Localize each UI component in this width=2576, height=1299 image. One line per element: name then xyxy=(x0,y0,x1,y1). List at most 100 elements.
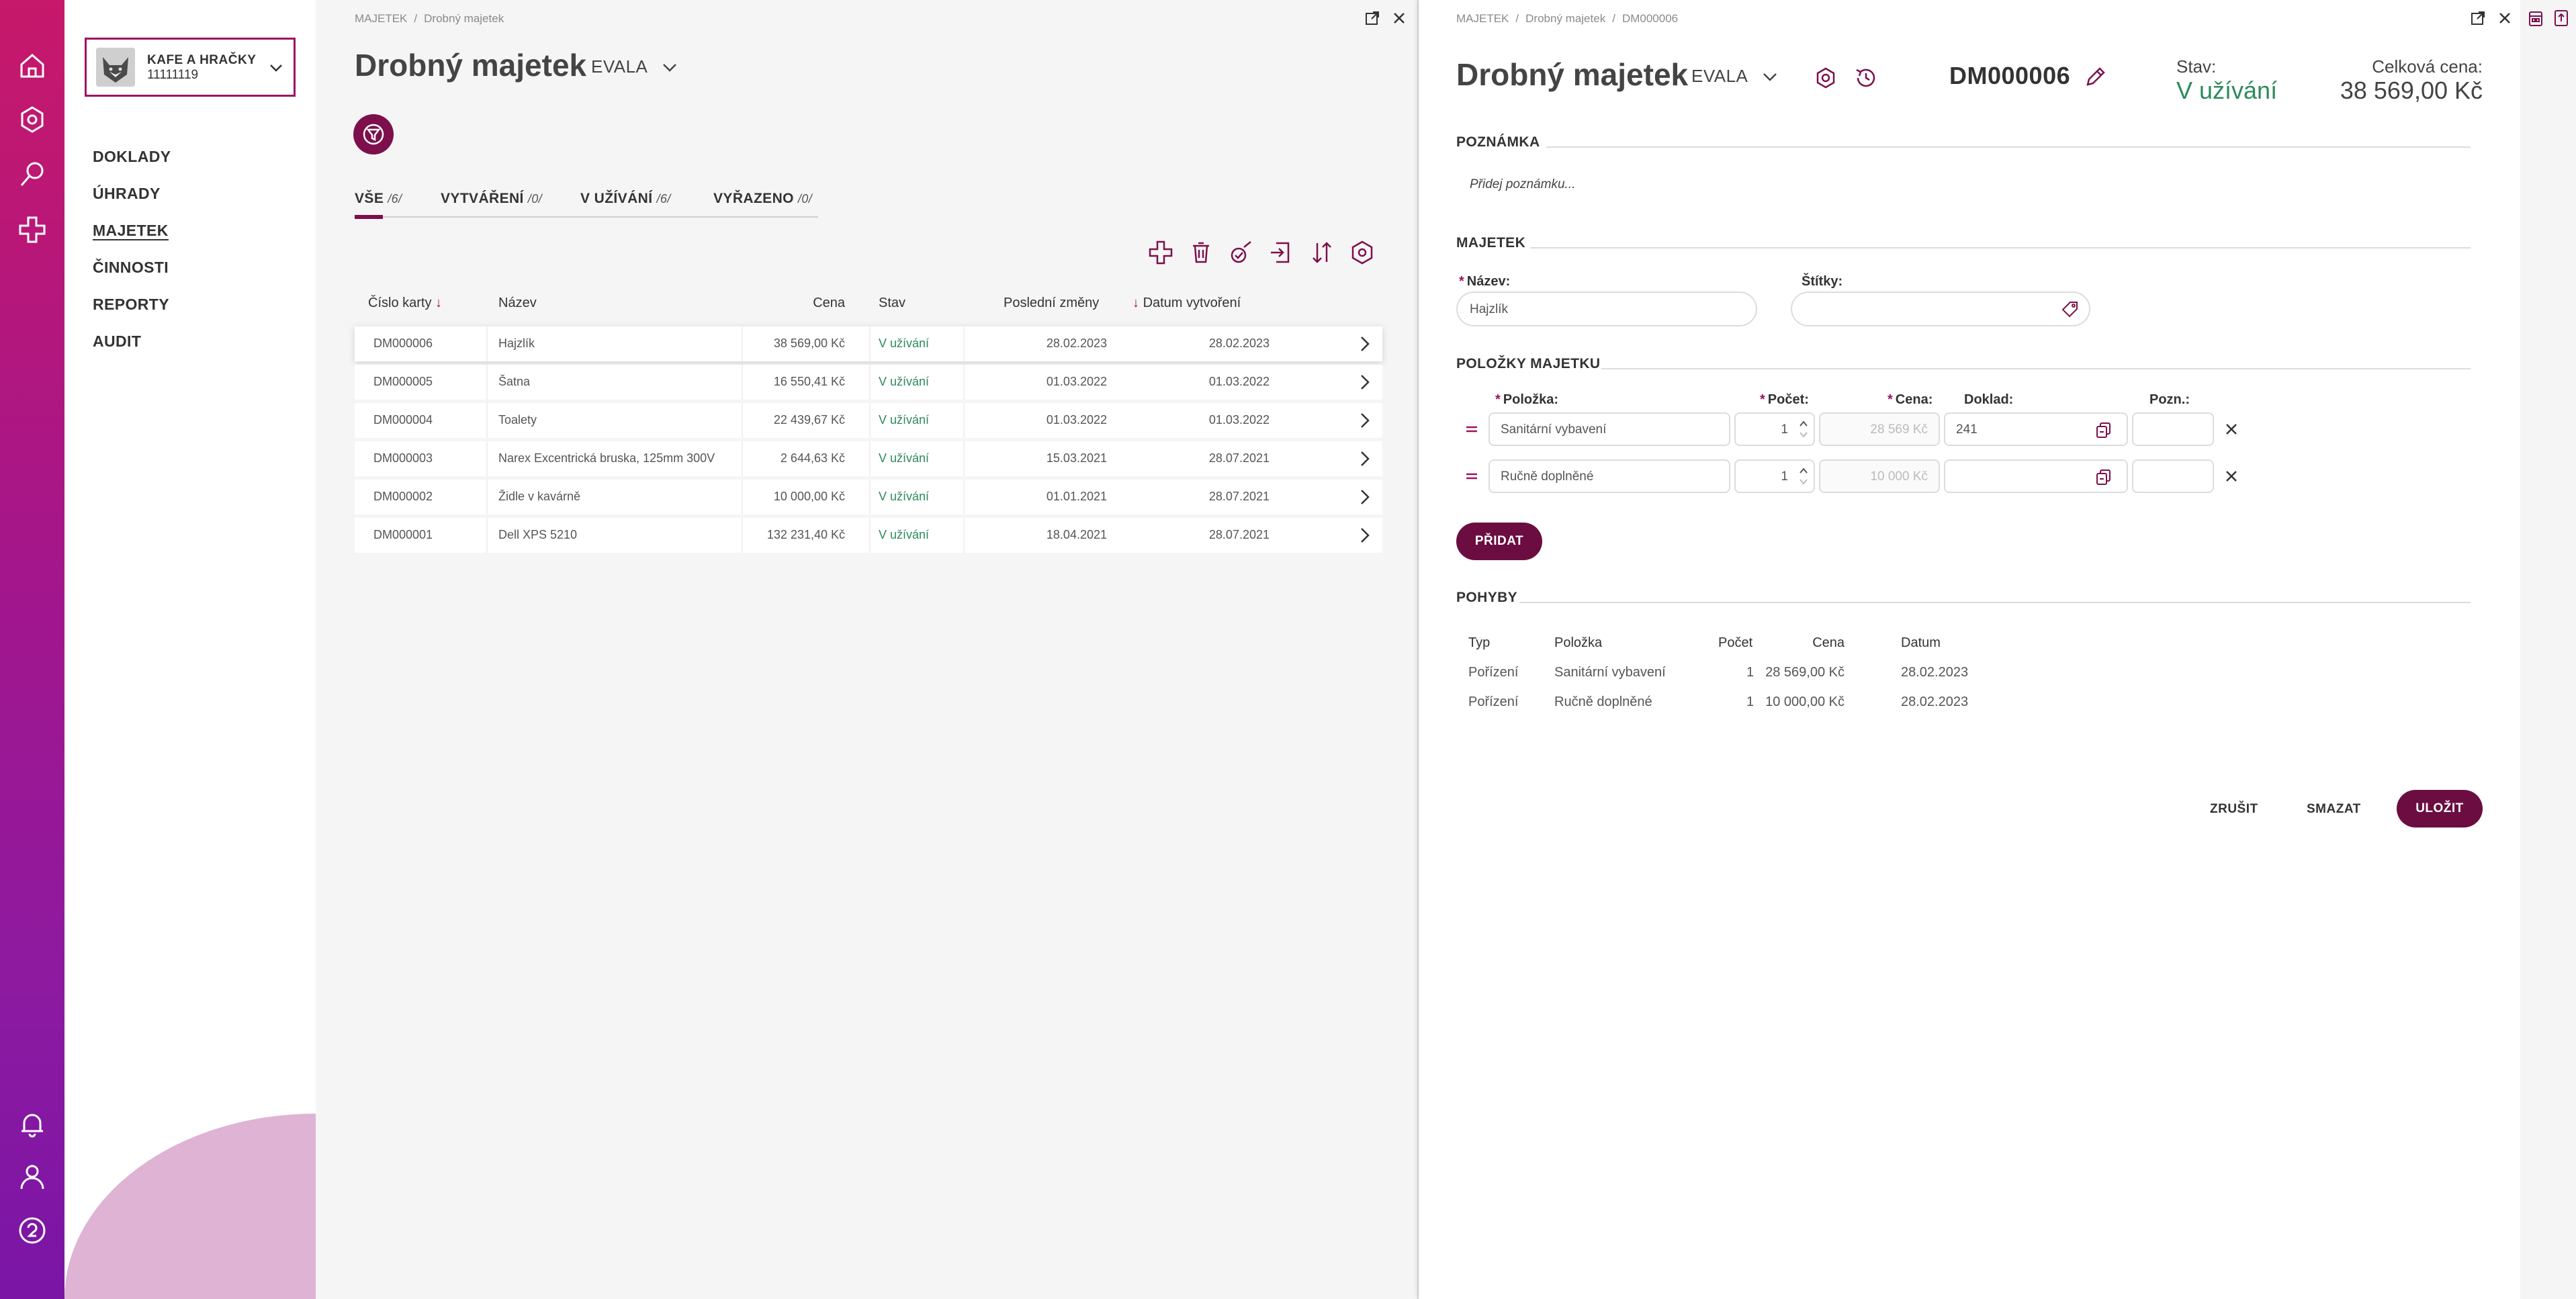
table-row[interactable]: DM000005 Šatna 16 550,41 Kč V užívání 01.03.… xyxy=(355,365,1382,400)
column-header-card[interactable]: Číslo karty ↓ xyxy=(368,296,442,311)
stepper-icon[interactable] xyxy=(1797,418,1810,441)
plus-icon[interactable] xyxy=(16,214,48,246)
note-input[interactable]: Přidej poznámku... xyxy=(1470,177,1575,192)
drag-handle-icon[interactable] xyxy=(1464,422,1479,437)
chevron-right-icon[interactable] xyxy=(1354,410,1376,431)
delete-button[interactable]: SMAZAT xyxy=(2307,802,2361,817)
nav-item-cinnosti[interactable]: ČINNOSTI xyxy=(93,257,171,294)
status-tabs: VŠE/6/ VYTVÁŘENÍ/0/ V UŽÍVÁNÍ/6/ VYŘAZEN… xyxy=(355,187,818,219)
user-icon[interactable] xyxy=(16,1161,48,1193)
column-separator xyxy=(486,365,488,400)
sort-icon[interactable] xyxy=(1307,238,1337,267)
move-item-cell: Sanitární vybavení xyxy=(1554,665,1666,680)
chevron-right-icon[interactable] xyxy=(1354,333,1376,355)
calendar-icon[interactable] xyxy=(2526,8,2546,28)
filter-button[interactable] xyxy=(353,114,394,154)
import-icon[interactable] xyxy=(1267,238,1296,267)
chevron-right-icon[interactable] xyxy=(1354,525,1376,546)
remove-item-icon[interactable] xyxy=(2223,468,2239,484)
column-header-changed[interactable]: Poslední změny xyxy=(1004,296,1099,311)
right-margin xyxy=(2520,0,2576,1299)
account-selector[interactable]: EVALA xyxy=(1691,66,1779,87)
nav-item-uhrady[interactable]: ÚHRADY xyxy=(93,183,171,220)
trash-icon[interactable] xyxy=(1186,238,1216,267)
app-rail xyxy=(0,0,64,1299)
status-cell: V užívání xyxy=(879,337,930,350)
chevron-right-icon[interactable] xyxy=(1354,486,1376,508)
column-header-status[interactable]: Stav xyxy=(879,296,905,311)
account-selector[interactable]: EVALA xyxy=(591,56,679,77)
cancel-button[interactable]: ZRUŠIT xyxy=(2210,802,2258,817)
tags-field[interactable] xyxy=(1791,292,2090,326)
table-row[interactable]: DM000003 Narex Excentrická bruska, 125mm … xyxy=(355,441,1382,476)
bell-icon[interactable] xyxy=(16,1108,48,1140)
table-row[interactable]: DM000002 Židle v kavárně 10 000,00 Kč V uží… xyxy=(355,480,1382,514)
column-header-created[interactable]: ↓ Datum vytvoření xyxy=(1132,296,1241,311)
price-cell: 38 569,00 Kč xyxy=(773,337,845,350)
tab-vytvareni[interactable]: VYTVÁŘENÍ/0/ xyxy=(441,191,542,207)
home-icon[interactable] xyxy=(16,50,48,82)
settings-icon[interactable] xyxy=(16,103,48,136)
search-icon[interactable] xyxy=(16,159,48,191)
nav-item-majetek[interactable]: MAJETEK xyxy=(93,220,171,257)
history-icon[interactable] xyxy=(1854,66,1878,90)
column-header-name[interactable]: Název xyxy=(498,296,537,311)
changed-cell: 01.03.2022 xyxy=(1046,413,1107,427)
changed-cell: 28.02.2023 xyxy=(1046,337,1107,350)
nav-item-audit[interactable]: AUDIT xyxy=(93,331,171,368)
column-separator xyxy=(742,326,743,361)
page-title: Drobný majetek xyxy=(355,48,587,83)
open-external-icon[interactable] xyxy=(1362,8,1382,28)
name-field[interactable]: Hajzlík xyxy=(1456,292,1757,326)
drag-handle-icon[interactable] xyxy=(1464,469,1479,484)
save-button[interactable]: ULOŽIT xyxy=(2397,790,2483,827)
remove-item-icon[interactable] xyxy=(2223,421,2239,437)
column-separator xyxy=(486,480,488,514)
table-row[interactable]: DM000001 Dell XPS 5210 132 231,40 Kč V užív… xyxy=(355,518,1382,553)
edit-check-icon[interactable] xyxy=(1227,238,1256,267)
column-separator xyxy=(869,365,871,400)
nav-item-reporty[interactable]: REPORTY xyxy=(93,294,171,331)
name-cell: Dell XPS 5210 xyxy=(498,528,578,541)
tags-label: Štítky: xyxy=(1802,274,1843,289)
item-price-field[interactable]: 28 569 Kč xyxy=(1819,412,1940,446)
add-item-button[interactable]: PŘIDAT xyxy=(1456,523,1542,560)
tab-v-uzivani[interactable]: V UŽÍVÁNÍ/6/ xyxy=(580,191,671,207)
open-external-icon[interactable] xyxy=(2468,8,2488,28)
help-icon[interactable] xyxy=(16,1214,48,1247)
breadcrumb-item[interactable]: MAJETEK xyxy=(355,12,407,25)
close-icon[interactable] xyxy=(2495,8,2515,28)
breadcrumb-item[interactable]: MAJETEK xyxy=(1456,12,1509,25)
column-separator xyxy=(742,480,743,514)
table-row[interactable]: DM000004 Toalety 22 439,67 Kč V užívání 01.0… xyxy=(355,403,1382,438)
document-link-icon[interactable] xyxy=(2094,420,2113,439)
company-switcher[interactable]: KAFE A HRAČKY 11111119 xyxy=(85,38,296,97)
item-name-field[interactable]: Ručně doplněné xyxy=(1489,459,1730,493)
settings-icon[interactable] xyxy=(1814,66,1838,90)
name-cell: Toalety xyxy=(498,413,537,427)
pencil-icon[interactable] xyxy=(2084,66,2106,89)
table-row[interactable]: DM000006 Hajzlík 38 569,00 Kč V užívání 28.0… xyxy=(355,326,1382,361)
item-name-field[interactable]: Sanitární vybavení xyxy=(1489,412,1730,446)
price-cell: 22 439,67 Kč xyxy=(773,413,845,427)
breadcrumb-item[interactable]: Drobný majetek xyxy=(424,12,504,25)
changed-cell: 18.04.2021 xyxy=(1046,528,1107,541)
card-number-cell: DM000006 xyxy=(373,337,433,350)
move-col-type: Typ xyxy=(1468,635,1491,650)
close-icon[interactable] xyxy=(1389,8,1409,28)
chevron-right-icon[interactable] xyxy=(1354,448,1376,469)
chevron-right-icon[interactable] xyxy=(1354,371,1376,393)
item-note-field[interactable] xyxy=(2132,412,2214,446)
tab-vyrazeno[interactable]: VYŘAZENO/0/ xyxy=(713,191,812,207)
stepper-icon[interactable] xyxy=(1797,465,1810,488)
settings-icon[interactable] xyxy=(1347,238,1377,267)
tab-vse[interactable]: VŠE/6/ xyxy=(355,191,402,219)
breadcrumb-item[interactable]: Drobný majetek xyxy=(1525,12,1605,25)
nav-item-doklady[interactable]: DOKLADY xyxy=(93,146,171,183)
add-icon[interactable] xyxy=(1146,238,1175,267)
export-icon[interactable] xyxy=(2551,8,2571,28)
item-note-field[interactable] xyxy=(2132,459,2214,493)
name-cell: Šatna xyxy=(498,375,531,388)
document-link-icon[interactable] xyxy=(2094,467,2113,486)
item-price-field[interactable]: 10 000 Kč xyxy=(1819,459,1940,493)
